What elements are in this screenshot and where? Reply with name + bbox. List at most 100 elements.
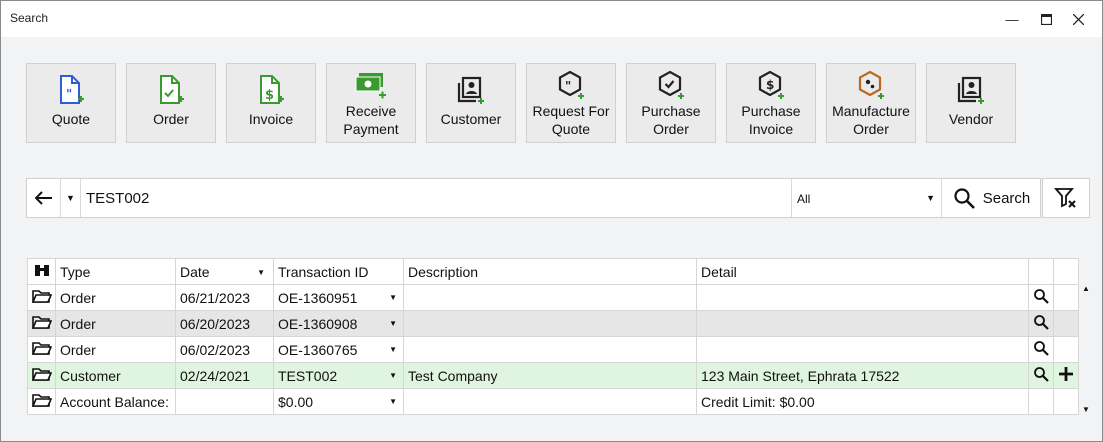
rfq-add-icon: " [527, 70, 615, 104]
binoculars-icon [27, 258, 56, 285]
title-bar: Search — [1, 1, 1102, 37]
add-button[interactable] [1053, 362, 1079, 389]
vertical-scrollbar[interactable]: ▲ ▼ [1079, 284, 1093, 414]
search-scope-value: All [797, 192, 811, 206]
cell-type: Order [55, 284, 176, 311]
empty-cell [1053, 388, 1079, 415]
tile-label: Manufacture Order [832, 103, 910, 137]
new-vendor-button[interactable]: Vendor [926, 63, 1016, 143]
open-folder-icon[interactable] [27, 310, 56, 337]
search-window: Search — " Quote Order $ Invoice Receive… [0, 0, 1103, 442]
new-invoice-button[interactable]: $ Invoice [226, 63, 316, 143]
open-folder-icon[interactable] [27, 388, 56, 415]
cell-transaction-id[interactable]: OE-1360908 ▼ [273, 310, 404, 337]
table-row[interactable]: Account Balance: $0.00 ▼ Credit Limit: $0… [27, 388, 1079, 415]
chevron-down-icon: ▼ [66, 193, 75, 203]
column-header-detail[interactable]: Detail [696, 258, 1029, 285]
close-button[interactable] [1063, 1, 1093, 37]
purchase-order-button[interactable]: Purchase Order [626, 63, 716, 143]
cell-detail [696, 284, 1029, 311]
window-title: Search [10, 11, 49, 25]
tile-label: Vendor [948, 111, 994, 127]
cell-detail: Credit Limit: $0.00 [696, 388, 1029, 415]
search-icon [1034, 367, 1049, 382]
cell-description [403, 388, 697, 415]
chevron-down-icon: ▼ [389, 293, 397, 302]
tile-label: Purchase Invoice [741, 103, 801, 137]
scroll-down-icon[interactable]: ▼ [1079, 405, 1093, 414]
table-row[interactable]: Order 06/21/2023 OE-1360951 ▼ [27, 284, 1079, 311]
order-add-icon [127, 74, 215, 108]
maximize-button[interactable] [1031, 1, 1061, 37]
open-folder-icon[interactable] [27, 362, 56, 389]
quote-add-icon: " [27, 74, 115, 108]
cell-detail [696, 310, 1029, 337]
content-area: " Quote Order $ Invoice ReceivePayment [1, 37, 1102, 441]
search-button[interactable]: Search [941, 179, 1041, 217]
search-bar: ▼ All ▼ Search [26, 178, 1041, 218]
purchase-invoice-button[interactable]: $ Purchase Invoice [726, 63, 816, 143]
view-button[interactable] [1028, 310, 1054, 337]
chevron-down-icon: ▼ [389, 397, 397, 406]
pinvoice-add-icon: $ [727, 70, 815, 104]
open-folder-icon[interactable] [27, 284, 56, 311]
manufacture-order-button[interactable]: Manufacture Order [826, 63, 916, 143]
cell-transaction-id[interactable]: OE-1360951 ▼ [273, 284, 404, 311]
view-button[interactable] [1028, 284, 1054, 311]
table-row[interactable]: Order 06/02/2023 OE-1360765 ▼ [27, 336, 1079, 363]
new-quote-button[interactable]: " Quote [26, 63, 116, 143]
search-icon [954, 188, 975, 209]
cell-date: 06/20/2023 [175, 310, 274, 337]
cell-transaction-id[interactable]: TEST002 ▼ [273, 362, 404, 389]
svg-text:": " [66, 87, 72, 101]
svg-text:$: $ [265, 88, 274, 103]
request-for-quote-button[interactable]: " Request For Quote [526, 63, 616, 143]
new-order-button[interactable]: Order [126, 63, 216, 143]
tile-label: Request For Quote [532, 103, 610, 137]
search-icon [1034, 289, 1049, 304]
chevron-down-icon: ▼ [389, 345, 397, 354]
empty-cell [1053, 284, 1079, 311]
column-header-description[interactable]: Description [403, 258, 697, 285]
view-button[interactable] [1028, 336, 1054, 363]
tile-label: Receive Payment [343, 103, 399, 137]
search-input[interactable] [82, 179, 790, 217]
tile-label: Invoice [248, 111, 294, 127]
cell-date: 06/21/2023 [175, 284, 274, 311]
svg-text:": " [565, 79, 571, 93]
chevron-down-icon: ▼ [389, 371, 397, 380]
empty-cell [1053, 336, 1079, 363]
scroll-up-icon[interactable]: ▲ [1079, 284, 1093, 293]
results-grid: Type Date ▼ Transaction ID Description De… [27, 258, 1079, 415]
cell-description [403, 284, 697, 311]
empty-cell [1028, 388, 1054, 415]
clear-filter-button[interactable] [1042, 178, 1090, 218]
cell-transaction-id[interactable]: $0.00 ▼ [273, 388, 404, 415]
search-scope-select[interactable]: All ▼ [791, 179, 941, 217]
close-icon [1072, 13, 1084, 25]
cell-date: 02/24/2021 [175, 362, 274, 389]
table-row[interactable]: Customer 02/24/2021 TEST002 ▼ Test Compan… [27, 362, 1079, 389]
mo-add-icon [827, 70, 915, 104]
tile-label: Purchase Order [641, 103, 701, 137]
plus-icon [1059, 367, 1073, 381]
chevron-down-icon: ▼ [926, 193, 935, 203]
open-folder-icon[interactable] [27, 336, 56, 363]
back-button[interactable] [27, 179, 61, 217]
table-row[interactable]: Order 06/20/2023 OE-1360908 ▼ [27, 310, 1079, 337]
search-icon [1034, 315, 1049, 330]
history-dropdown-button[interactable]: ▼ [61, 179, 81, 217]
invoice-add-icon: $ [227, 74, 315, 108]
column-header-type[interactable]: Type [55, 258, 176, 285]
cell-transaction-id[interactable]: OE-1360765 ▼ [273, 336, 404, 363]
column-header-date[interactable]: Date ▼ [175, 258, 274, 285]
minimize-button[interactable]: — [997, 1, 1027, 37]
new-customer-button[interactable]: Customer [426, 63, 516, 143]
cell-detail: 123 Main Street, Ephrata 17522 [696, 362, 1029, 389]
contact-add-icon [927, 74, 1015, 108]
cell-date [175, 388, 274, 415]
maximize-icon [1040, 13, 1052, 25]
column-header-transaction-id[interactable]: Transaction ID [273, 258, 404, 285]
view-button[interactable] [1028, 362, 1054, 389]
receive-payment-button[interactable]: Receive Payment [326, 63, 416, 143]
